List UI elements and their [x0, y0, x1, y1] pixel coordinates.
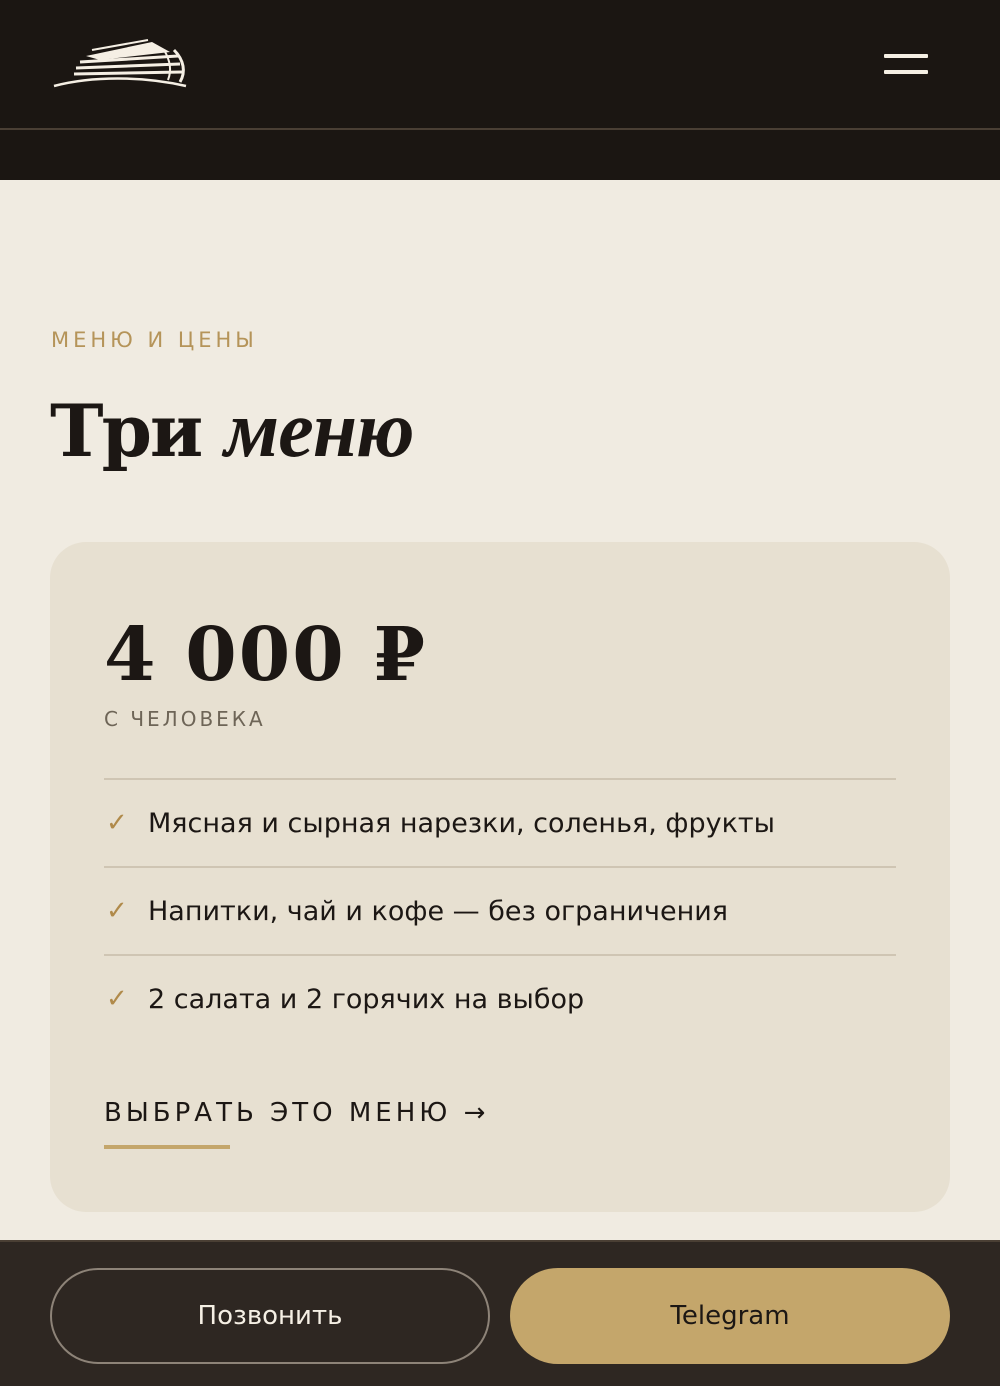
choose-menu-underline — [104, 1145, 230, 1149]
title-italic: меню — [224, 386, 414, 474]
telegram-button[interactable]: Telegram — [510, 1268, 950, 1364]
section-eyebrow: МЕНЮ И ЦЕНЫ — [51, 328, 258, 352]
menu-card: 4 000 ₽ С ЧЕЛОВЕКА ✓ Мясная и сырная нар… — [50, 542, 950, 1212]
site-header — [0, 0, 1000, 180]
ark-boat-logo-icon[interactable] — [52, 36, 192, 94]
hamburger-menu-icon[interactable] — [872, 44, 938, 88]
price-unit: С ЧЕЛОВЕКА — [104, 707, 266, 731]
header-divider — [0, 128, 1000, 130]
title-regular: Три — [50, 388, 203, 473]
choose-menu-link[interactable]: ВЫБРАТЬ ЭТО МЕНЮ → — [104, 1098, 489, 1128]
feature-item: ✓ Напитки, чай и кофе — без ограничения — [104, 866, 896, 954]
menu-line — [884, 54, 928, 58]
feature-list: ✓ Мясная и сырная нарезки, соленья, фрук… — [104, 778, 896, 1042]
feature-text: Напитки, чай и кофе — без ограничения — [148, 895, 729, 927]
call-button[interactable]: Позвонить — [50, 1268, 490, 1364]
bottom-action-bar: Позвонить Telegram — [0, 1240, 1000, 1386]
feature-item: ✓ Мясная и сырная нарезки, соленья, фрук… — [104, 778, 896, 866]
check-icon: ✓ — [106, 896, 128, 926]
feature-text: Мясная и сырная нарезки, соленья, фрукты — [148, 807, 775, 839]
menu-price: 4 000 ₽ — [104, 612, 427, 698]
check-icon: ✓ — [106, 808, 128, 838]
feature-item: ✓ 2 салата и 2 горячих на выбор — [104, 954, 896, 1042]
section-title: Три меню — [50, 385, 415, 476]
check-icon: ✓ — [106, 984, 128, 1014]
menu-line — [884, 70, 928, 74]
feature-text: 2 салата и 2 горячих на выбор — [148, 983, 585, 1015]
